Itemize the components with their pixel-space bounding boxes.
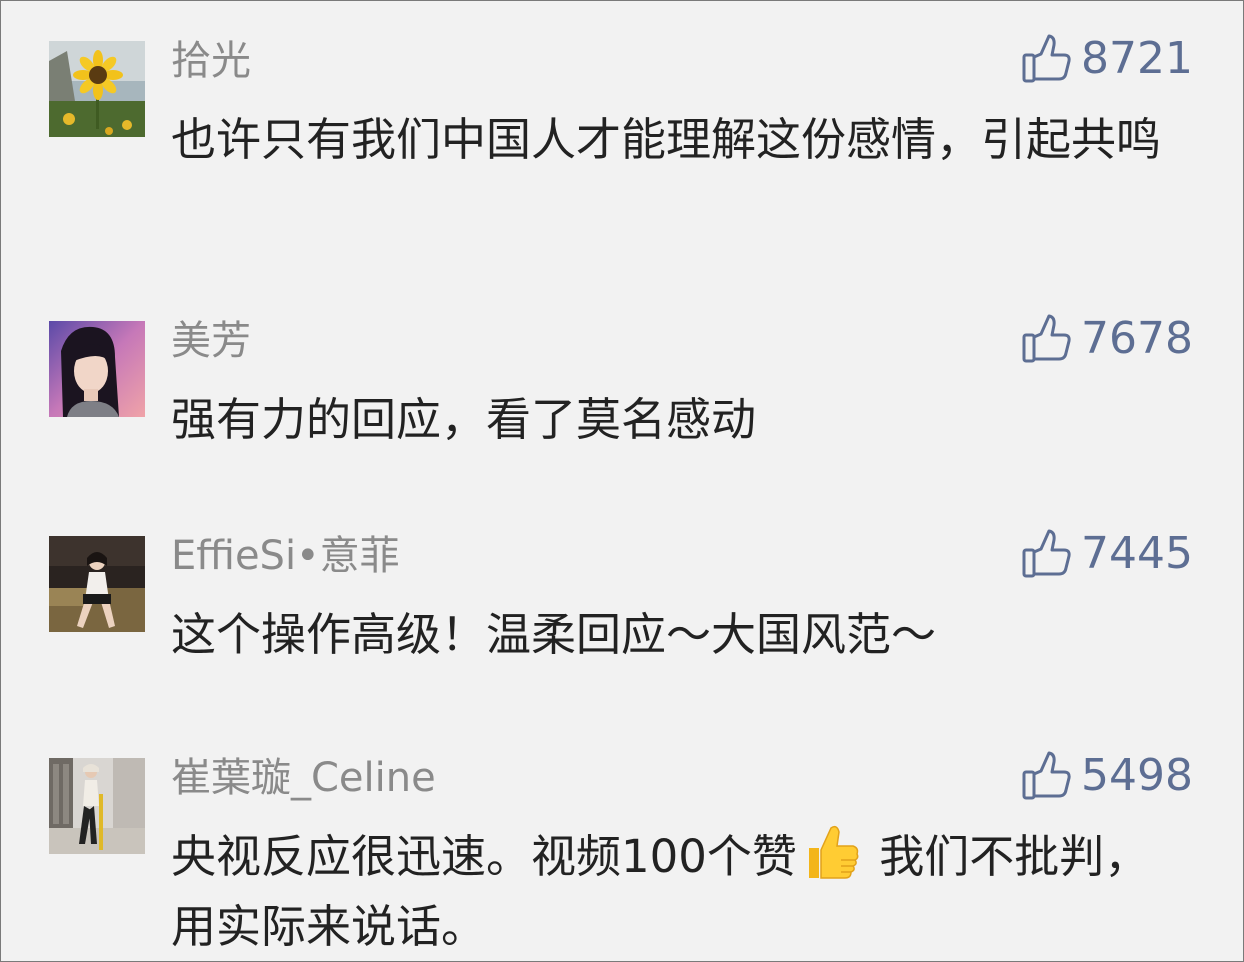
- avatar[interactable]: [49, 321, 145, 417]
- like-count: 5498: [1081, 750, 1193, 801]
- comment-text: 也许只有我们中国人才能理解这份感情，引起共鸣: [171, 113, 1162, 166]
- comment-text: 强有力的回应，看了莫名感动: [171, 393, 757, 446]
- like-button[interactable]: 7678: [1021, 309, 1193, 369]
- like-button[interactable]: 8721: [1021, 29, 1193, 89]
- like-count: 7678: [1081, 313, 1193, 364]
- thumbs-up-icon: [1021, 750, 1073, 802]
- avatar[interactable]: [49, 758, 145, 854]
- username[interactable]: 拾光: [171, 37, 251, 85]
- like-button[interactable]: 7445: [1021, 524, 1193, 584]
- thumbs-up-emoji-icon: [801, 822, 861, 882]
- thumbs-up-icon: [1021, 33, 1073, 85]
- like-count: 8721: [1081, 33, 1193, 84]
- username[interactable]: 崔葉璇_Celine: [171, 754, 436, 802]
- thumbs-up-icon: [1021, 313, 1073, 365]
- username[interactable]: EffieSi•意菲: [171, 532, 400, 580]
- comment-list: 拾光 8721 也许只有我们中国人才能理解这份感情，引起共鸣 美芳 7678 强…: [0, 0, 1244, 962]
- like-count: 7445: [1081, 528, 1193, 579]
- comment-text: 这个操作高级！温柔回应～大国风范～: [171, 608, 937, 661]
- avatar[interactable]: [49, 536, 145, 632]
- thumbs-up-icon: [1021, 528, 1073, 580]
- avatar[interactable]: [49, 41, 145, 137]
- comment-text-part: 央视反应很迅速。视频100个赞: [171, 830, 797, 883]
- like-button[interactable]: 5498: [1021, 746, 1193, 806]
- comment-text: 央视反应很迅速。视频100个赞 我们不批判，用实际来说话。: [171, 822, 1171, 961]
- username[interactable]: 美芳: [171, 317, 251, 365]
